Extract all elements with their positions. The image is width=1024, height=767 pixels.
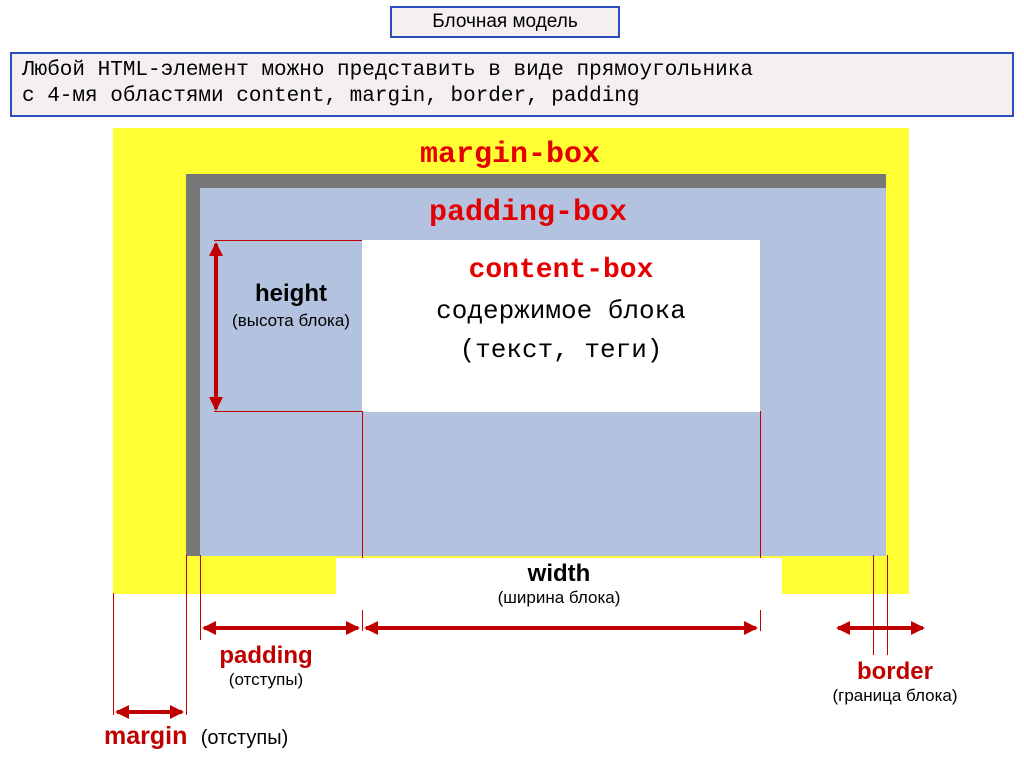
guide-line (214, 240, 362, 241)
guide-line (214, 411, 362, 412)
guide-line (113, 593, 114, 715)
margin-annotation: margin (отступы) (104, 722, 364, 751)
height-arrow (214, 244, 218, 409)
description-box: Любой HTML-элемент можно представить в в… (10, 52, 1014, 117)
margin-term: margin (104, 722, 187, 750)
margin-box-label: margin-box (395, 138, 625, 172)
border-note: (граница блока) (796, 686, 994, 706)
page-title: Блочная модель (390, 6, 620, 38)
content-box-title: content-box (362, 250, 760, 292)
description-line2-terms: content, margin, border, padding (236, 85, 639, 108)
padding-box-label: padding-box (398, 196, 658, 230)
margin-arrow (117, 710, 182, 714)
description-line1: Любой HTML-элемент можно представить в в… (22, 59, 753, 82)
width-annotation: width (ширина блока) (336, 558, 782, 610)
height-term: height (255, 280, 327, 307)
content-box-line2: (текст, теги) (362, 331, 760, 370)
description-line2-prefix: с 4-мя областями (22, 85, 236, 108)
padding-note: (отступы) (202, 670, 330, 690)
border-arrow (838, 626, 923, 630)
height-annotation: height (высота блока) (222, 280, 360, 332)
margin-note: (отступы) (201, 727, 289, 749)
width-term: width (528, 560, 591, 587)
width-arrow (366, 626, 756, 630)
guide-line (887, 555, 888, 655)
width-note: (ширина блока) (342, 588, 776, 608)
border-annotation: border (граница блока) (790, 656, 1000, 708)
padding-arrow (204, 626, 358, 630)
guide-line (200, 555, 201, 651)
guide-line (186, 555, 187, 715)
padding-term: padding (219, 642, 312, 669)
height-note: (высота блока) (232, 311, 350, 330)
padding-annotation: padding (отступы) (196, 640, 336, 692)
content-box-region: content-box содержимое блока (текст, тег… (362, 240, 760, 412)
border-term: border (857, 658, 933, 685)
content-box-line1: содержимое блока (362, 292, 760, 331)
guide-line (873, 555, 874, 655)
